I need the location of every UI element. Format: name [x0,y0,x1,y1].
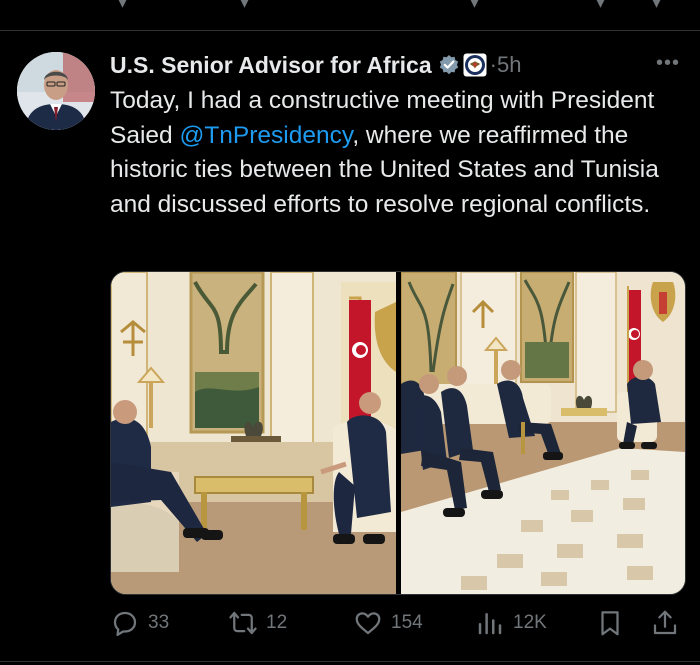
like-count: 154 [391,612,423,633]
author-name[interactable]: U.S. Senior Advisor for Africa [110,52,432,79]
views-button[interactable]: 12K [475,600,547,646]
verified-badge-icon[interactable] [438,54,460,76]
reply-icon [113,611,137,636]
bookmark-icon-partial[interactable]: ▾ [596,0,605,13]
reply-button[interactable]: 33 [110,600,169,646]
reply-icon-partial[interactable]: ▾ [118,0,127,13]
meeting-photo-left[interactable] [111,272,396,594]
timestamp[interactable]: 5h [497,52,521,78]
view-count: 12K [513,612,547,633]
retweet-icon-partial[interactable]: ▾ [240,0,249,13]
retweet-icon [229,611,257,635]
share-icon [653,610,677,635]
tweet-action-bar: 33 12 154 12K [110,600,690,646]
views-icon-partial[interactable]: ▾ [470,0,479,13]
tweet-text: Today, I had a constructive meeting with… [110,84,685,222]
previous-tweet-action-bar: ▾ ▾ ▾ ▾ ▾ [0,0,700,31]
bookmark-button[interactable] [595,600,633,646]
mention-link[interactable]: @TnPresidency [179,122,352,149]
views-icon [478,613,502,635]
bookmark-icon [601,611,619,636]
separator: · [489,52,497,77]
more-options-icon[interactable]: ••• [656,52,680,75]
meeting-photo-right[interactable] [401,272,685,594]
state-department-seal-icon[interactable] [463,53,487,77]
heart-icon [355,612,381,635]
share-button[interactable] [650,600,688,646]
retweet-count: 12 [266,612,288,633]
like-button[interactable]: 154 [353,600,423,646]
tweet-header: U.S. Senior Advisor for Africa · 5h [110,48,521,82]
tweet-media[interactable] [110,271,686,595]
divider [0,661,700,662]
retweet-button[interactable]: 12 [228,600,287,646]
reply-count: 33 [148,612,170,633]
share-icon-partial[interactable]: ▾ [652,0,661,13]
avatar[interactable] [17,52,95,130]
